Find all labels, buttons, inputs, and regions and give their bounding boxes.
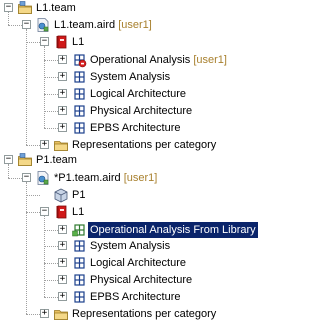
expand-toggle-icon[interactable]: +: [58, 258, 67, 267]
collapse-toggle-icon[interactable]: −: [22, 20, 31, 29]
tree-row[interactable]: + Representations per category: [0, 306, 296, 322]
expand-toggle-icon[interactable]: +: [58, 292, 67, 301]
grid-package-icon: [71, 120, 87, 136]
tree-item-label: Representations per category: [72, 137, 216, 153]
expand-toggle-icon[interactable]: +: [58, 72, 67, 81]
tree-item-text: L1.team.aird: [54, 19, 116, 31]
model-book-icon: [53, 204, 69, 220]
tree-item-label: P1: [72, 187, 85, 203]
tree-row[interactable]: + Logical Architecture: [0, 255, 296, 271]
tree-item-text: Physical Architecture: [90, 274, 193, 286]
tree-row[interactable]: + Operational Analysis From Library: [0, 221, 296, 239]
collapse-toggle-icon[interactable]: −: [4, 155, 13, 164]
tree-row[interactable]: − L1: [0, 204, 296, 220]
collapse-toggle-icon[interactable]: −: [4, 3, 13, 12]
tree-item-text: L1: [72, 36, 85, 48]
tree-row[interactable]: + Physical Architecture: [0, 272, 296, 288]
tree-item-label: Physical Architecture: [90, 103, 192, 119]
user-lock-tag: [user1]: [123, 172, 158, 184]
user-lock-tag: [user1]: [193, 54, 227, 66]
grid-package-icon: [71, 289, 87, 305]
tree-item-text: EPBS Architecture: [90, 122, 181, 134]
grid-package-icon: [71, 255, 87, 271]
library-package-icon: [53, 187, 69, 203]
tree-item-text: System Analysis: [90, 71, 171, 83]
tree-item-label: P1.team: [36, 152, 77, 168]
tree-item-label: L1.team.aird [user1]: [54, 17, 152, 33]
folder-icon: [53, 306, 69, 322]
tree-item-text: P1: [72, 189, 86, 201]
tree-row[interactable]: − L1.team: [0, 0, 296, 16]
tree-item-label: EPBS Architecture: [90, 120, 181, 136]
aird-file-icon: [35, 170, 51, 186]
tree-item-label: L1: [72, 34, 84, 50]
tree-row[interactable]: − *P1.team.aird [user1]: [0, 170, 296, 186]
tree-row[interactable]: − L1: [0, 34, 296, 50]
tree-row[interactable]: + Physical Architecture: [0, 103, 296, 119]
tree-item-label: System Analysis: [90, 69, 170, 85]
tree-row[interactable]: + EPBS Architecture: [0, 289, 296, 305]
expand-toggle-icon[interactable]: +: [58, 89, 67, 98]
grid-package-icon: [71, 238, 87, 254]
tree-item-text: Logical Architecture: [90, 88, 186, 100]
tree-row[interactable]: + System Analysis: [0, 69, 296, 85]
expand-toggle-icon[interactable]: +: [58, 225, 67, 234]
tree-item-label: Operational Analysis From Library: [87, 221, 259, 239]
expand-toggle-icon[interactable]: +: [40, 309, 49, 318]
model-explorer-tree: − L1.team − L1.team.aird [user1] − L1 + Ope…: [0, 0, 296, 330]
collapse-toggle-icon[interactable]: −: [40, 207, 49, 216]
tree-item-text: Physical Architecture: [90, 105, 193, 117]
expand-toggle-icon[interactable]: +: [58, 55, 67, 64]
tree-item-text: Representations per category: [72, 139, 217, 151]
tree-item-text: Operational Analysis: [90, 54, 191, 66]
tree-row[interactable]: − P1.team: [0, 152, 296, 168]
user-lock-tag: [user1]: [118, 19, 152, 31]
expand-toggle-icon[interactable]: +: [58, 241, 67, 250]
tree-row[interactable]: P1: [0, 187, 296, 203]
model-book-icon: [53, 34, 69, 50]
tree-item-label: Physical Architecture: [90, 272, 192, 288]
tree-row[interactable]: + EPBS Architecture: [0, 120, 296, 136]
tree-item-label: L1: [72, 204, 84, 220]
tree-item-text: Operational Analysis From Library: [90, 224, 256, 236]
grid-package-icon: [71, 272, 87, 288]
folder-icon: [53, 137, 69, 153]
expand-toggle-icon[interactable]: +: [58, 106, 67, 115]
expand-toggle-icon[interactable]: +: [58, 123, 67, 132]
grid-package-icon: [71, 103, 87, 119]
tree-item-label: L1.team: [36, 0, 76, 16]
tree-row[interactable]: + Logical Architecture: [0, 86, 296, 102]
grid-package-icon: [71, 86, 87, 102]
tree-item-label: Logical Architecture: [90, 255, 186, 271]
tree-item-label: Representations per category: [72, 306, 216, 322]
project-folder-icon: [17, 152, 33, 168]
tree-item-label: Logical Architecture: [90, 86, 186, 102]
expand-toggle-icon[interactable]: +: [40, 140, 49, 149]
tree-row[interactable]: + System Analysis: [0, 238, 296, 254]
collapse-toggle-icon[interactable]: −: [40, 37, 49, 46]
tree-item-text: System Analysis: [90, 240, 171, 252]
tree-item-label: Operational Analysis [user1]: [90, 52, 227, 68]
tree-item-text: *P1.team.aird: [54, 172, 121, 184]
tree-item-label: System Analysis: [90, 238, 170, 254]
tree-row[interactable]: + Representations per category: [0, 137, 296, 153]
collapse-toggle-icon[interactable]: −: [22, 173, 31, 182]
tree-item-text: L1: [72, 206, 85, 218]
tree-item-label: *P1.team.aird [user1]: [54, 170, 157, 186]
expand-toggle-icon[interactable]: +: [58, 275, 67, 284]
tree-item-text: EPBS Architecture: [90, 291, 181, 303]
tree-item-label: EPBS Architecture: [90, 289, 181, 305]
tree-row[interactable]: − L1.team.aird [user1]: [0, 17, 296, 33]
tree-row[interactable]: + Operational Analysis [user1]: [0, 52, 296, 68]
aird-file-icon: [35, 17, 51, 33]
project-folder-icon: [17, 0, 33, 16]
grid-package-icon: [71, 69, 87, 85]
locked-package-icon: [71, 52, 87, 68]
tree-item-text: Representations per category: [72, 308, 217, 320]
tree-item-text: P1.team: [36, 154, 77, 166]
library-grid-package-icon: [71, 222, 87, 238]
tree-item-text: L1.team: [36, 2, 76, 14]
tree-item-text: Logical Architecture: [90, 257, 186, 269]
